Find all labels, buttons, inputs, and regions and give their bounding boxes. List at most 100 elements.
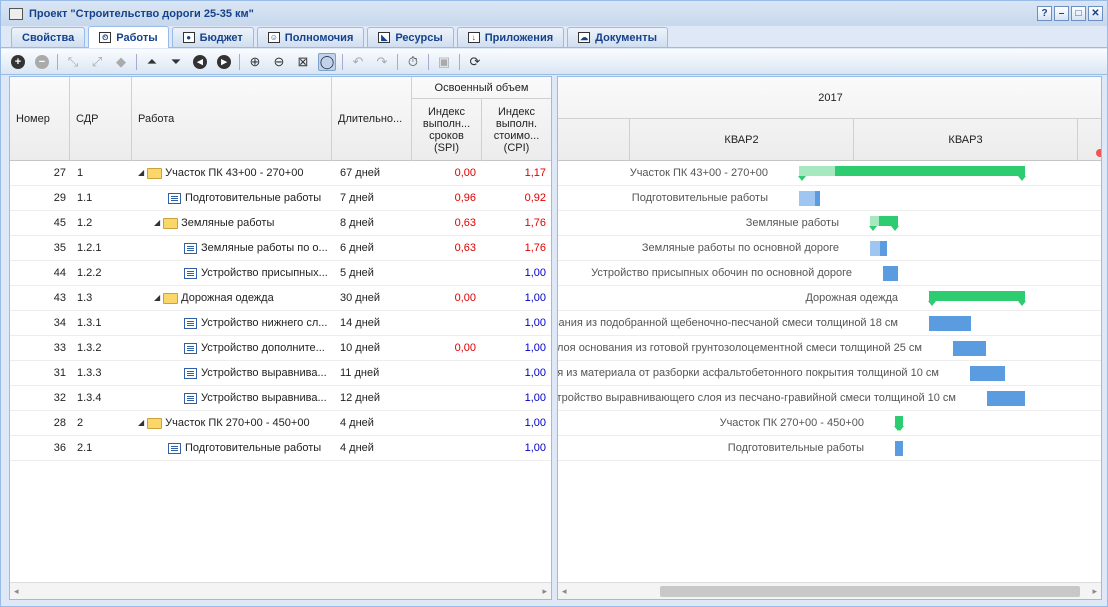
column-header-number[interactable]: Номер bbox=[10, 77, 70, 161]
tab-attachments[interactable]: ↓ Приложения bbox=[456, 27, 565, 47]
table-row[interactable]: 35 1.2.1 Земляные работы по о... 6 дней 0,63… bbox=[10, 236, 551, 261]
row-cpi: 1,00 bbox=[524, 267, 546, 279]
table-row[interactable]: 43 1.3 ◢ Дорожная одежда 30 дней 0,00 1,00 bbox=[10, 286, 551, 311]
redo-icon[interactable]: ↷ bbox=[373, 53, 391, 71]
tab-properties[interactable]: Свойства bbox=[11, 27, 86, 47]
timeline-quarter-2: КВАР2 bbox=[630, 119, 854, 161]
gantt-bar-label: слоя основания из готовой грунтозолоцеме… bbox=[557, 342, 922, 354]
save-icon[interactable]: ▣ bbox=[435, 53, 453, 71]
gantt-task-bar[interactable] bbox=[953, 341, 986, 356]
gantt-task-bar[interactable] bbox=[895, 441, 903, 456]
column-header-spi[interactable]: Индекс выполн... сроков (SPI) bbox=[412, 99, 482, 161]
tab-budget[interactable]: ● Бюджет bbox=[171, 27, 254, 47]
zoom-in-icon[interactable]: ⊕ bbox=[246, 53, 264, 71]
expand-toggle-icon[interactable]: ◢ bbox=[138, 411, 144, 435]
table-row[interactable]: 34 1.3.1 Устройство нижнего сл... 14 дней 1,… bbox=[10, 311, 551, 336]
tooltip-toggle-icon[interactable]: ◯ bbox=[318, 52, 336, 71]
tab-documents[interactable]: ☁ Документы bbox=[567, 27, 668, 47]
row-spi bbox=[412, 261, 476, 285]
scroll-right-icon[interactable]: ▸ bbox=[1092, 586, 1097, 597]
task-name: Устройство выравнива... bbox=[201, 392, 327, 404]
gantt-task-bar[interactable] bbox=[929, 316, 971, 331]
folder-icon bbox=[163, 292, 179, 304]
row-duration: 7 дней bbox=[340, 192, 374, 204]
table-row[interactable]: 27 1 ◢ Участок ПК 43+00 - 270+00 67 дней 0,00… bbox=[10, 161, 551, 186]
scroll-left-icon[interactable]: ◂ bbox=[562, 586, 567, 597]
gantt-summary-bar[interactable] bbox=[894, 416, 904, 431]
add-icon[interactable]: + bbox=[9, 53, 27, 71]
column-header-duration[interactable]: Длительно... bbox=[332, 77, 412, 161]
outdent-icon[interactable]: ◂ bbox=[191, 53, 209, 71]
row-duration: 10 дней bbox=[340, 342, 381, 354]
tab-tasks[interactable]: ⏲ Работы bbox=[88, 26, 169, 48]
refresh-icon[interactable]: ⟳ bbox=[466, 53, 484, 71]
row-number: 31 bbox=[53, 367, 66, 379]
table-row[interactable]: 31 1.3.3 Устройство выравнива... 11 дней 1,0… bbox=[10, 361, 551, 386]
row-duration: 11 дней bbox=[340, 367, 380, 379]
row-task: ◢ Земляные работы bbox=[132, 211, 332, 235]
expand-toggle-icon[interactable]: ◢ bbox=[154, 211, 160, 235]
indent-icon[interactable]: ▸ bbox=[215, 53, 233, 71]
task-icon bbox=[184, 267, 197, 279]
undo-icon[interactable]: ↶ bbox=[349, 53, 367, 71]
table-row[interactable]: 32 1.3.4 Устройство выравнива... 12 дней 1,0… bbox=[10, 386, 551, 411]
table-row[interactable]: 36 2.1 Подготовительные работы 4 дней 1,00 bbox=[10, 436, 551, 461]
tab-label: Приложения bbox=[484, 31, 554, 44]
close-button[interactable]: ✕ bbox=[1088, 6, 1103, 21]
table-row[interactable]: 28 2 ◢ Участок ПК 270+00 - 450+00 4 дней 1,00 bbox=[10, 411, 551, 436]
gantt-summary-bar[interactable] bbox=[798, 166, 1026, 181]
documents-icon: ☁ bbox=[578, 32, 591, 43]
scroll-left-icon[interactable]: ◂ bbox=[14, 586, 19, 597]
gantt-summary-bar[interactable] bbox=[869, 216, 899, 231]
link-icon[interactable]: ⤡ bbox=[64, 53, 82, 71]
unlink-icon[interactable]: ⤢ bbox=[88, 53, 106, 71]
gantt-task-bar[interactable] bbox=[870, 241, 887, 256]
gantt-task-bar[interactable] bbox=[970, 366, 1005, 381]
gantt-bar-label: Подготовительные работы bbox=[727, 442, 864, 454]
gantt-task-bar[interactable] bbox=[883, 266, 898, 281]
scroll-thumb[interactable] bbox=[660, 586, 1080, 597]
gantt-task-bar[interactable] bbox=[987, 391, 1025, 406]
gantt-bar-label: Участок ПК 43+00 - 270+00 bbox=[629, 167, 768, 179]
milestone-icon[interactable]: ◆ bbox=[112, 53, 130, 71]
stopwatch-icon[interactable]: ⏱ bbox=[404, 53, 422, 71]
gantt-task-bar[interactable] bbox=[799, 191, 820, 206]
gantt-horizontal-scrollbar[interactable]: ◂ ▸ bbox=[558, 582, 1101, 599]
task-name: Земляные работы по о... bbox=[201, 242, 328, 254]
task-name: Подготовительные работы bbox=[185, 192, 322, 204]
row-wbs: 1.3.3 bbox=[77, 367, 102, 379]
row-cpi: 1,00 bbox=[524, 442, 546, 454]
table-row[interactable]: 33 1.3.2 Устройство дополните... 10 дней 0,0… bbox=[10, 336, 551, 361]
tab-label: Бюджет bbox=[199, 31, 243, 44]
minimize-button[interactable]: – bbox=[1054, 6, 1069, 21]
table-row[interactable]: 44 1.2.2 Устройство присыпных... 5 дней 1,00 bbox=[10, 261, 551, 286]
tab-permissions[interactable]: ☺ Полномочия bbox=[256, 27, 365, 47]
row-cpi: 1,00 bbox=[524, 317, 546, 329]
table-row[interactable]: 29 1.1 Подготовительные работы 7 дней 0,96 0,… bbox=[10, 186, 551, 211]
timeline-year: 2017 bbox=[558, 77, 1101, 119]
zoom-out-icon[interactable]: ⊖ bbox=[270, 53, 288, 71]
column-header-cpi[interactable]: Индекс выполн. стоимо... (CPI) bbox=[482, 99, 551, 161]
help-button[interactable]: ? bbox=[1037, 6, 1052, 21]
row-task: Устройство нижнего сл... bbox=[132, 311, 332, 335]
row-duration: 4 дней bbox=[340, 442, 374, 454]
expand-toggle-icon[interactable]: ◢ bbox=[138, 161, 144, 185]
zoom-fit-icon[interactable]: ⊠ bbox=[294, 53, 312, 71]
collapse-all-icon[interactable]: ⏶ bbox=[143, 53, 161, 71]
column-group-earned-value: Освоенный объем bbox=[412, 77, 551, 99]
expand-all-icon[interactable]: ⏷ bbox=[167, 53, 185, 71]
table-row[interactable]: 45 1.2 ◢ Земляные работы 8 дней 0,63 1,76 bbox=[10, 211, 551, 236]
maximize-button[interactable]: □ bbox=[1071, 6, 1086, 21]
tab-resources[interactable]: ◣ Ресурсы bbox=[367, 27, 454, 47]
gantt-summary-bar[interactable] bbox=[928, 291, 1026, 306]
expand-toggle-icon[interactable]: ◢ bbox=[154, 286, 160, 310]
column-header-task[interactable]: Работа bbox=[132, 77, 332, 161]
gantt-bar-label: Земляные работы bbox=[745, 217, 839, 229]
grid-horizontal-scrollbar[interactable]: ◂ ▸ bbox=[10, 582, 551, 599]
task-icon bbox=[184, 367, 197, 379]
row-cpi: 1,17 bbox=[524, 167, 546, 179]
today-marker-icon bbox=[1096, 149, 1101, 157]
remove-icon[interactable]: − bbox=[33, 53, 51, 71]
column-header-wbs[interactable]: СДР bbox=[70, 77, 132, 161]
scroll-right-icon[interactable]: ▸ bbox=[542, 586, 547, 597]
